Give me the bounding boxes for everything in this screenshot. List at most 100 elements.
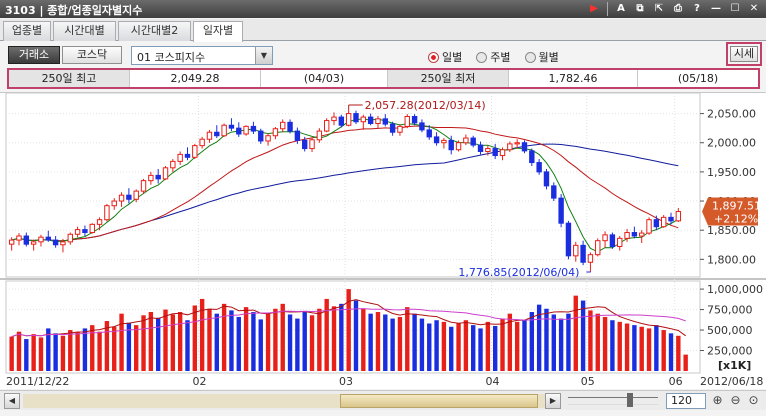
font-size-icon[interactable]: A	[613, 2, 629, 16]
candle-body	[617, 237, 623, 248]
volume-bar	[302, 312, 307, 371]
candle-body	[558, 197, 564, 224]
maximize-icon[interactable]: ☐	[727, 2, 743, 16]
volume-bar	[683, 354, 688, 371]
volume-bar	[177, 312, 183, 371]
volume-bar	[566, 313, 571, 371]
radio-weekly-indicator[interactable]	[476, 51, 488, 63]
volume-bar	[580, 300, 586, 371]
volume-bar	[31, 334, 36, 371]
volume-bar	[53, 333, 58, 371]
radio-monthly-indicator[interactable]	[524, 51, 536, 63]
candle-body	[309, 139, 315, 150]
candle-body	[184, 153, 191, 158]
volume-bar	[339, 303, 344, 371]
radio-monthly[interactable]: 월별	[524, 49, 559, 65]
volume-bar	[16, 331, 22, 371]
candle-body	[8, 239, 15, 245]
candle-body	[499, 149, 506, 157]
volume-bar	[119, 313, 124, 371]
x-end-label: 2012/06/18	[700, 375, 763, 388]
pin-icon[interactable]: ⇱	[651, 2, 667, 16]
link-icon[interactable]: ⧉	[632, 2, 648, 16]
volume-bar	[243, 307, 249, 371]
candle-body	[668, 216, 674, 222]
volume-bar	[661, 330, 666, 371]
volume-bar	[390, 318, 395, 371]
volume-bar	[265, 313, 271, 371]
tab-by-date[interactable]: 일자별	[193, 21, 243, 42]
volume-bar	[24, 339, 29, 371]
help-icon[interactable]: ?	[689, 2, 705, 16]
zoom-slider-track[interactable]	[568, 397, 658, 405]
kosdaq-market-button[interactable]: 코스닥	[62, 46, 122, 64]
chevron-down-icon[interactable]: ▼	[255, 47, 272, 64]
candle-body	[595, 240, 601, 256]
scroll-right-icon[interactable]: ▶	[545, 393, 561, 409]
volume-bar	[632, 325, 637, 371]
titlebar-icons: ▶ A ⧉ ⇱ ⎙ ? — ☐ ✕	[586, 2, 762, 16]
zoom-in-icon[interactable]: ⊕	[710, 393, 725, 408]
volume-tick-label: 750,000	[707, 304, 753, 317]
low-date: (05/18)	[677, 72, 719, 85]
high-value: 2,049.28	[170, 72, 220, 85]
candle-body	[302, 139, 308, 150]
candle-body	[345, 113, 352, 126]
price-tick-label: 1,800.00	[707, 253, 756, 266]
candle-body	[455, 142, 462, 151]
sise-button-highlight: 시세	[726, 42, 762, 66]
scroll-thumb[interactable]	[340, 394, 538, 408]
tab-by-sector[interactable]: 업종별	[3, 21, 51, 41]
volume-bar	[361, 308, 366, 371]
zoom-out-icon[interactable]: ⊖	[728, 393, 743, 408]
volume-bar	[471, 325, 476, 371]
volume-bar	[654, 325, 659, 371]
volume-bar	[492, 325, 498, 371]
play-icon[interactable]: ▶	[586, 2, 602, 16]
volume-bar	[141, 315, 146, 371]
current-price-label: 1,897.51	[712, 200, 761, 213]
volume-bar	[9, 336, 14, 371]
candle-body	[82, 229, 88, 234]
controls-bar: 거래소 코스닥 01 코스피지수 ▼ 일별 주별 월별 시세	[0, 42, 766, 68]
volume-bar	[573, 295, 578, 371]
price-tick-label: 1,850.00	[707, 224, 756, 237]
candle-body	[580, 244, 586, 263]
scroll-left-icon[interactable]: ◀	[4, 393, 20, 409]
index-select[interactable]: 01 코스피지수 ▼	[131, 46, 273, 65]
x-month-label: 05	[581, 375, 595, 388]
radio-monthly-label: 월별	[538, 51, 559, 64]
minimize-icon[interactable]: —	[708, 2, 724, 16]
candle-body	[162, 167, 169, 180]
radio-daily-indicator[interactable]	[428, 51, 439, 63]
summary-panel: 250일 최고 2,049.28 (04/03) 250일 최저 1,782.4…	[7, 68, 760, 89]
tab-by-time-2[interactable]: 시간대별2	[118, 21, 191, 41]
low-label: 250일 최저	[388, 70, 508, 87]
price-volume-chart[interactable]: 2,050.002,000.001,950.001,900.001,850.00…	[0, 93, 766, 390]
price-tick-label: 1,950.00	[707, 166, 756, 179]
volume-bar	[456, 323, 461, 371]
high-date: (04/03)	[303, 72, 345, 85]
candle-body	[529, 150, 535, 164]
kospi-market-button[interactable]: 거래소	[8, 46, 60, 64]
close-icon[interactable]: ✕	[746, 2, 762, 16]
radio-daily[interactable]: 일별	[428, 49, 462, 65]
candle-body	[214, 131, 220, 137]
chart-area[interactable]: 2,050.002,000.001,950.001,900.001,850.00…	[0, 92, 766, 389]
candle-body	[287, 121, 293, 132]
zoom-slider-thumb[interactable]	[627, 393, 633, 407]
candle-body	[38, 236, 44, 243]
candle-body	[221, 124, 227, 137]
tab-by-time[interactable]: 시간대별	[53, 21, 116, 41]
radio-weekly[interactable]: 주별	[476, 49, 511, 65]
zoom-reset-icon[interactable]: ⊙	[746, 393, 761, 408]
volume-bar	[170, 314, 176, 371]
volume-bar	[148, 312, 154, 371]
candle-body	[551, 185, 557, 199]
candle-body	[353, 113, 359, 123]
candle-body	[543, 171, 550, 187]
sise-button[interactable]: 시세	[730, 46, 758, 62]
print-icon[interactable]: ⎙	[670, 2, 686, 16]
candle-body	[52, 239, 59, 246]
zoom-count-input[interactable]: 120	[666, 393, 706, 409]
